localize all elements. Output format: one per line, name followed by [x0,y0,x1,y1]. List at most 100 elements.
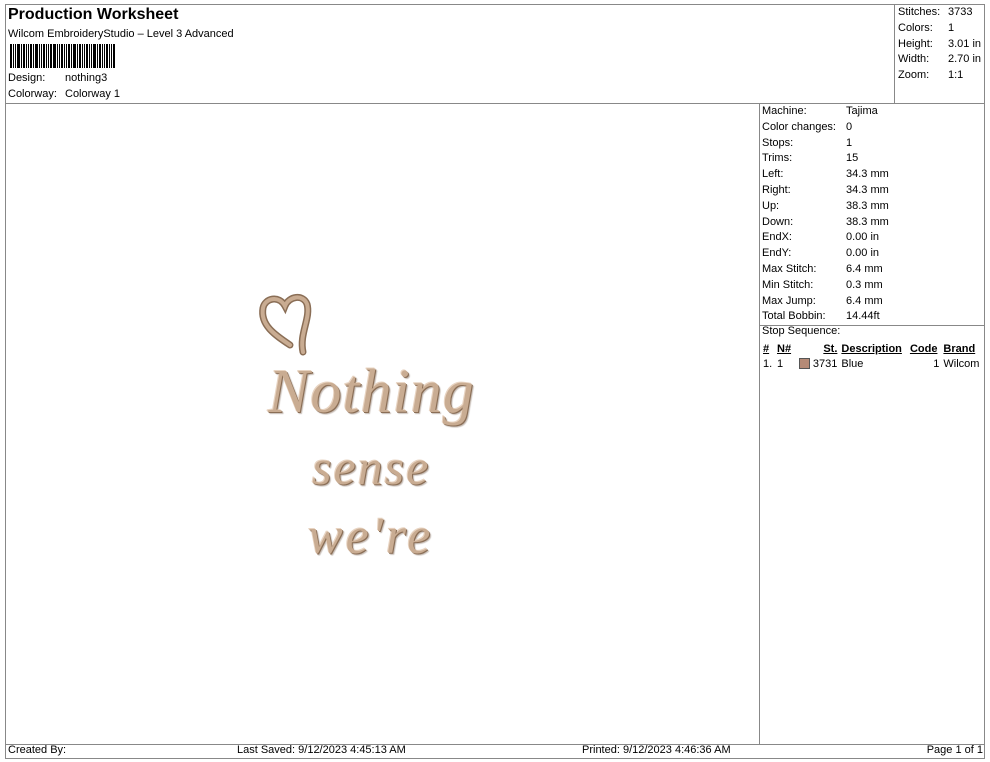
footer-divider [5,744,985,745]
stat-row: Colors: 1 [898,21,981,37]
barcode-bar [17,44,20,68]
stats-divider [894,4,895,103]
design-name-row: Design: nothing3 [8,72,107,84]
barcode-bar [46,44,47,68]
barcode-bar [39,44,40,68]
barcode-bar [79,44,81,68]
created-by: Created By: [8,744,67,756]
thread-color-swatch [798,358,810,370]
design-line-1: Nothing [268,358,475,426]
barcode-bar [50,44,52,68]
column-header: Description [841,342,902,355]
column-header: Brand [943,342,976,355]
machine-value: 0.00 in [846,231,880,244]
barcode-bar [93,44,96,68]
machine-label: Max Stitch: [762,262,817,275]
stat-label: Zoom: [898,69,930,82]
embroidery-design-preview: Nothing sense we're [250,285,550,585]
barcode-bar [97,44,98,68]
column-header: N# [777,342,792,355]
machine-row: Trims: 15 [762,151,889,167]
barcode-bar [113,44,115,68]
machine-row: Right: 34.3 mm [762,183,889,199]
column-header: St. [823,342,838,355]
machine-label: Stops: [762,136,794,149]
machine-label: Left: [762,168,784,181]
barcode-bar [15,44,16,68]
machine-value: 38.3 mm [846,215,889,228]
machine-row: EndY: 0.00 in [762,246,889,262]
machine-row: Total Bobbin: 14.44ft [762,309,889,325]
machine-info: Machine: Tajima Color changes: 0 Stops: 1 T… [762,104,889,325]
barcode-bar [33,44,34,68]
heart-icon [259,294,312,356]
machine-row: Min Stitch: 0.3 mm [762,278,889,294]
stat-value: 3.01 in [948,37,982,50]
machine-row: Color changes: 0 [762,120,889,136]
page-title: Production Worksheet [8,6,179,23]
stat-row: Height: 3.01 in [898,37,981,53]
stat-row: Stitches: 3733 [898,5,981,21]
stat-row: Width: 2.70 in [898,52,981,68]
design-stats: Stitches: 3733 Colors: 1 Height: 3.01 in Wi… [898,5,981,84]
barcode-bar [59,44,60,68]
machine-row: Left: 34.3 mm [762,167,889,183]
colorway-value: Colorway 1 [65,88,121,100]
needle-number: 1 [777,357,784,370]
colorway-label: Colorway: [8,88,57,100]
barcode-bar [71,44,72,68]
barcode-bar [13,44,14,68]
machine-value: 1 [846,136,853,149]
stat-value: 1:1 [948,69,964,82]
last-saved: Last Saved: 9/12/2023 4:45:13 AM [237,744,406,756]
barcode-bar [48,44,49,68]
stitch-cell: 3731 [794,356,839,371]
barcode-bar [26,44,27,68]
machine-label: EndX: [762,231,792,244]
barcode-bar [57,44,58,68]
column-header: Code [909,342,938,355]
barcode-bar [89,44,90,68]
design-line-2: sense [312,439,431,495]
barcode-bar [28,44,29,68]
barcode-bar [64,44,65,68]
machine-label: Machine: [762,105,807,117]
stat-label: Width: [898,53,930,66]
machine-row: Stops: 1 [762,136,889,152]
stat-row: Zoom: 1:1 [898,68,981,84]
barcode-bar [21,44,22,68]
stat-label: Colors: [898,21,933,34]
machine-value: 6.4 mm [846,294,883,307]
machine-value: 34.3 mm [846,168,889,181]
machine-row: Down: 38.3 mm [762,215,889,231]
stat-value: 2.70 in [948,53,982,66]
barcode-bar [84,44,85,68]
stitch-count: 3731 [812,357,838,370]
colorway-row: Colorway: Colorway 1 [8,88,120,100]
barcode-bar [53,44,56,68]
barcode-bar [23,44,25,68]
machine-label: Min Stitch: [762,278,814,291]
machine-label: Right: [762,183,791,196]
barcode-bar [61,44,63,68]
machine-value: 38.3 mm [846,199,889,212]
barcode-bar [111,44,112,68]
barcode-bar [102,44,103,68]
barcode-bar [35,44,38,68]
machine-label: EndY: [762,247,792,260]
stop-sequence-title: Stop Sequence: [762,325,841,337]
thread-brand: Wilcom [943,357,980,370]
machine-value: 0.00 in [846,247,880,260]
machine-label: Down: [762,215,794,228]
stop-sequence-table: # N# St. Description Code Brand 1. 1 373… [761,341,984,371]
design-line-3: we're [308,508,434,565]
thread-description: Blue [841,357,864,370]
machine-row: Max Stitch: 6.4 mm [762,262,889,278]
barcode-bar [68,44,70,68]
machine-label: Up: [762,199,780,212]
machine-value: Tajima [846,105,878,117]
software-name: Wilcom EmbroideryStudio – Level 3 Advanc… [8,28,234,40]
machine-value: 34.3 mm [846,183,889,196]
machine-value: 6.4 mm [846,262,883,275]
machine-value: 15 [846,152,859,165]
